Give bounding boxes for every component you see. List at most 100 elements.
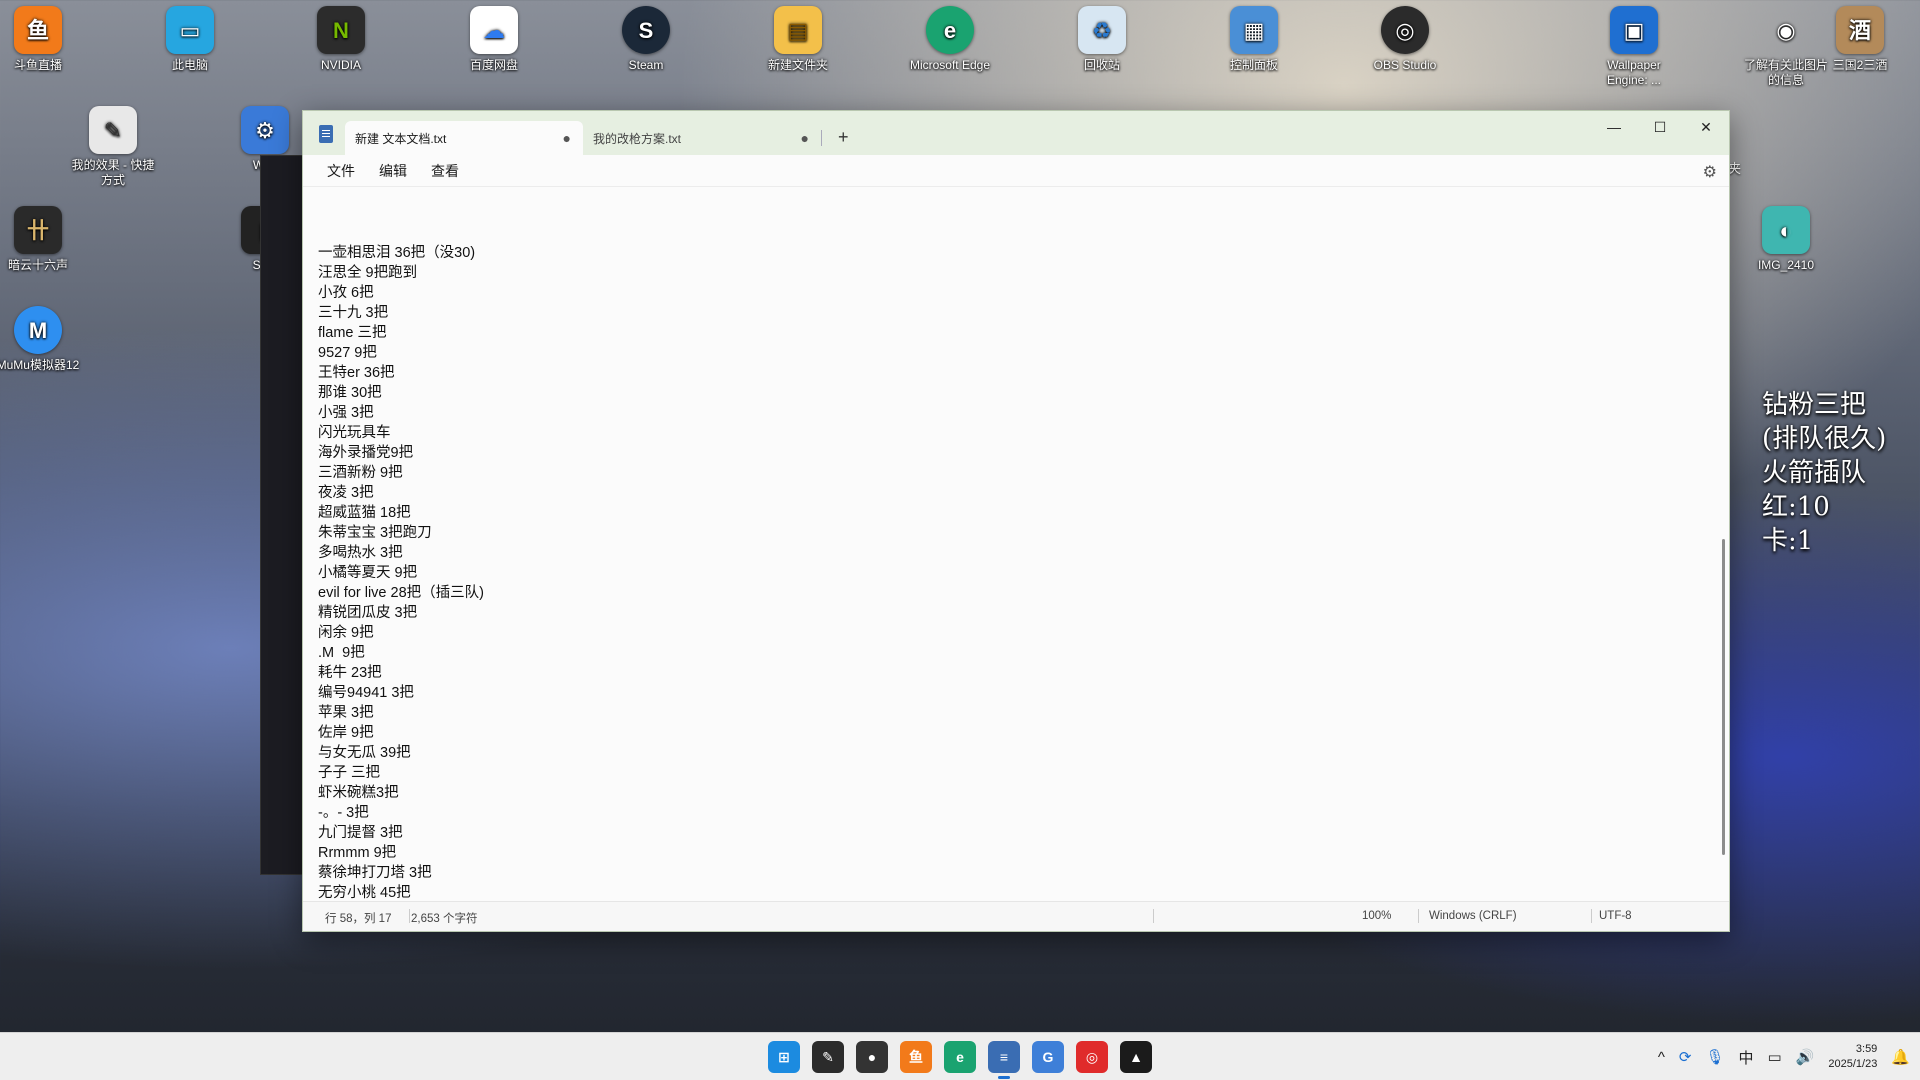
text-line: 一壶相思泪 36把（没30) [318, 245, 476, 261]
tab-gun-plan[interactable]: 我的改枪方案.txt ● [583, 121, 821, 155]
overlay-line: 卡:1 [1762, 526, 1814, 556]
notification-bell-icon[interactable]: 🔔 [1891, 1048, 1910, 1066]
settings-gear-icon[interactable]: ⚙ [1703, 162, 1717, 182]
shortcut-icon: ✎ [89, 106, 137, 154]
cursor-position: 行 58，列 17 [325, 913, 392, 925]
text-line: 多喝热水 3把 [318, 545, 403, 561]
menu-file[interactable]: 文件 [315, 157, 367, 185]
text-line: 三酒新粉 9把 [318, 465, 403, 481]
desktop-icon-this-pc[interactable]: ▭ 此电脑 [147, 0, 233, 73]
desktop-icon-wallpaper-engine[interactable]: ▣ Wallpaper Engine: ... [1591, 0, 1677, 88]
desktop-icon-label: 暗云十六声 [7, 258, 68, 272]
taskbar-edge-icon[interactable]: e [944, 1041, 976, 1073]
tab-new-text-document[interactable]: 新建 文本文档.txt ● [345, 121, 583, 155]
nvidia-icon: N [317, 6, 365, 54]
status-bar: 行 58，列 17 2,653 个字符 100% Windows (CRLF) … [303, 901, 1729, 931]
encoding[interactable]: UTF-8 [1599, 910, 1632, 922]
text-line: 编号94941 3把 [318, 685, 414, 701]
text-line: 王特er 36把 [318, 365, 395, 381]
text-line: Rrmmm 9把 [318, 845, 397, 861]
taskbar-app-g-icon[interactable]: G [1032, 1041, 1064, 1073]
text-line: 汪思全 9把跑到 [318, 265, 418, 281]
control-panel-icon: ▦ [1230, 6, 1278, 54]
douyu-icon: 鱼 [14, 6, 62, 54]
menu-edit[interactable]: 编辑 [367, 157, 419, 185]
text-editor[interactable]: 一壶相思泪 36把（没30) 汪思全 9把跑到 小孜 6把 三十九 3把 flame 三… [303, 187, 1729, 901]
text-line: 朱蒂宝宝 3把跑刀 [318, 525, 432, 541]
menu-view[interactable]: 查看 [419, 157, 471, 185]
taskbar-app-2-icon[interactable]: ● [856, 1041, 888, 1073]
new-tab-button[interactable]: + [838, 127, 849, 148]
close-button[interactable]: ✕ [1683, 111, 1729, 143]
desktop-icon-img2410[interactable]: ◐ IMG_2410 [1743, 200, 1829, 273]
desktop-icon-label: 控制面板 [1229, 58, 1278, 72]
desktop-icon-label: 此电脑 [171, 58, 208, 72]
text-line: 耗牛 23把 [318, 665, 382, 681]
taskbar: ⊞ ✎ ● 鱼 e ≡ G ◎ ▲ ^ ⟳ 🎙 中 ▭ 🔊 3:59 2025/1/23 🔔 [0, 1032, 1920, 1080]
text-line: flame 三把 [318, 325, 387, 341]
microphone-icon[interactable]: 🎙 [1705, 1048, 1724, 1066]
desktop-icon-control-panel[interactable]: ▦ 控制面板 [1211, 0, 1297, 73]
info-camera-icon: ◉ [1776, 17, 1796, 43]
desktop-icon-new-folder[interactable]: ▤ 新建文件夹 [755, 0, 841, 73]
unsaved-dot-icon[interactable]: ● [801, 130, 809, 146]
clock-date: 2025/1/23 [1828, 1058, 1878, 1070]
desktop-icon-nvidia[interactable]: N NVIDIA [298, 0, 384, 73]
desktop-icon-label: Steam [628, 58, 664, 72]
text-line: 9527 9把 [318, 345, 377, 361]
taskbar-start-icon[interactable]: ⊞ [768, 1041, 800, 1073]
text-line: 三十九 3把 [318, 305, 389, 321]
text-line: 蔡徐坤打刀塔 3把 [318, 865, 432, 881]
volume-icon[interactable]: 🔊 [1796, 1048, 1815, 1066]
desktop-icon-game[interactable]: 卄 暗云十六声 [0, 200, 81, 273]
notepad-app-icon [319, 125, 333, 143]
desktop-icon-label: 我的效果 - 快捷方式 [71, 158, 155, 187]
taskbar-netease-music-icon[interactable]: ◎ [1076, 1041, 1108, 1073]
desktop-icon-mumu[interactable]: M MuMu模拟器12 [0, 300, 81, 373]
overlay-line: 钻粉三把 [1762, 390, 1867, 420]
mumu-icon: M [14, 306, 62, 354]
taskbar-app-a-icon[interactable]: ▲ [1120, 1041, 1152, 1073]
clock[interactable]: 3:59 2025/1/23 [1828, 1042, 1877, 1072]
unsaved-dot-icon[interactable]: ● [563, 130, 571, 146]
desktop-icon-obs[interactable]: ◎ OBS Studio [1362, 0, 1448, 73]
desktop-icon-label: 三国2三酒 [1832, 58, 1888, 72]
text-line: 虾米碗糕3把 [318, 785, 399, 801]
zoom-level[interactable]: 100% [1362, 910, 1391, 922]
text-line: 与女无瓜 39把 [318, 745, 411, 761]
notepad-window[interactable]: 新建 文本文档.txt ● 我的改枪方案.txt ● + — ☐ ✕ 文件 编辑… [302, 110, 1730, 932]
line-ending[interactable]: Windows (CRLF) [1429, 910, 1517, 922]
desktop-icon-label: 新建文件夹 [767, 58, 828, 72]
desktop-icon-label: Microsoft Edge [909, 58, 991, 72]
desktop-icon-edge[interactable]: e Microsoft Edge [907, 0, 993, 73]
ime-indicator[interactable]: 中 [1738, 1047, 1753, 1068]
desktop-icon-shortcut[interactable]: ✎ 我的效果 - 快捷方式 [70, 100, 156, 188]
vertical-scrollbar[interactable] [1722, 539, 1725, 855]
desktop-icon-label: 回收站 [1083, 58, 1120, 72]
text-line: 子子 三把 [318, 765, 381, 781]
network-icon[interactable]: ▭ [1768, 1048, 1782, 1066]
desktop-icon-baidu-netdisk[interactable]: ☁ 百度网盘 [451, 0, 537, 73]
desktop-icon-label: 斗鱼直播 [13, 58, 62, 72]
status-separator [1418, 909, 1419, 923]
minimize-button[interactable]: — [1591, 111, 1637, 143]
text-line: 超威蓝猫 18把 [318, 505, 411, 521]
desktop-icon-sanguo[interactable]: 酒 三国2三酒 [1819, 0, 1901, 73]
taskbar-app-1-icon[interactable]: ✎ [812, 1041, 844, 1073]
computer-icon: ▭ [166, 6, 214, 54]
desktop-icon-douyu[interactable]: 鱼 斗鱼直播 [0, 0, 81, 73]
taskbar-douyu-icon[interactable]: 鱼 [900, 1041, 932, 1073]
desktop-icon-steam[interactable]: S Steam [603, 0, 689, 73]
desktop-icon-recycle-bin[interactable]: ♻ 回收站 [1059, 0, 1145, 73]
sanguo-icon: 酒 [1836, 6, 1884, 54]
desktop-icon-label: MuMu模拟器12 [0, 358, 80, 372]
sync-icon[interactable]: ⟳ [1679, 1048, 1692, 1066]
desktop-icon-label: OBS Studio [1373, 58, 1437, 72]
taskbar-notepad-icon[interactable]: ≡ [988, 1041, 1020, 1079]
tray-overflow-chevron-icon[interactable]: ^ [1658, 1049, 1665, 1066]
desktop-icon-image-info[interactable]: ◉ 了解有关此图片的信息 [1743, 0, 1829, 88]
tab-separator [821, 130, 822, 146]
window-controls: — ☐ ✕ [1591, 111, 1729, 143]
title-bar[interactable]: 新建 文本文档.txt ● 我的改枪方案.txt ● + — ☐ ✕ [303, 111, 1729, 155]
maximize-button[interactable]: ☐ [1637, 111, 1683, 143]
